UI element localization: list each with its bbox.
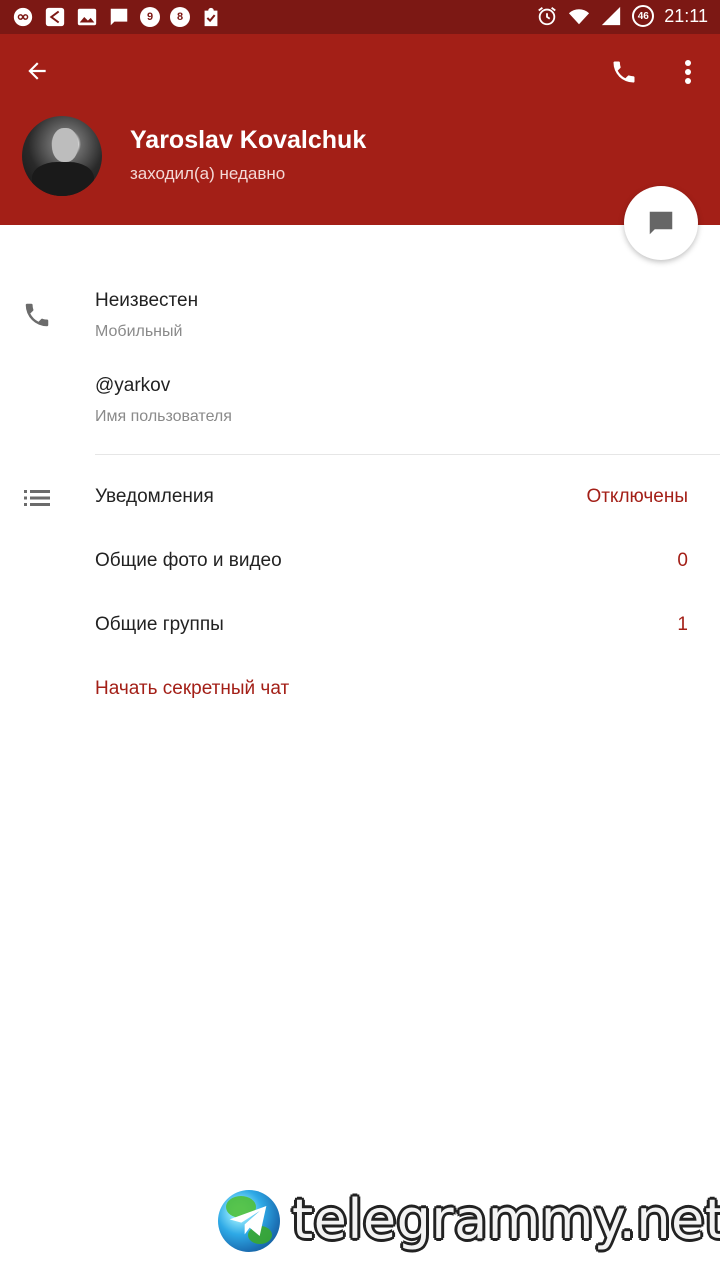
username-label: Имя пользователя bbox=[95, 408, 232, 425]
username[interactable]: @yarkov bbox=[95, 375, 170, 397]
paper-plane-icon bbox=[229, 1206, 267, 1236]
chat-icon bbox=[649, 211, 673, 235]
shared-media-label[interactable]: Общие фото и видео bbox=[95, 550, 282, 572]
start-secret-chat-button[interactable]: Начать секретный чат bbox=[95, 678, 289, 700]
shared-groups-count[interactable]: 1 bbox=[677, 614, 688, 636]
divider bbox=[95, 454, 720, 455]
back-button[interactable] bbox=[20, 54, 54, 88]
phone-icon bbox=[613, 61, 635, 83]
more-options-button[interactable] bbox=[674, 54, 702, 90]
badge-8: 8 bbox=[170, 7, 190, 27]
alarm-icon bbox=[538, 7, 557, 26]
notifications-value[interactable]: Отключены bbox=[586, 486, 688, 508]
shared-media-count[interactable]: 0 bbox=[677, 550, 688, 572]
phone-icon bbox=[22, 300, 52, 332]
status-bar: 9 8 46 21:11 bbox=[0, 0, 720, 34]
last-seen-status: заходил(а) недавно bbox=[130, 164, 286, 183]
send-message-button[interactable] bbox=[624, 186, 698, 260]
profile-header: Yaroslav Kovalchuk заходил(а) недавно bbox=[0, 34, 720, 225]
shared-groups-label[interactable]: Общие группы bbox=[95, 614, 224, 636]
avatar[interactable] bbox=[22, 116, 102, 196]
clipboard-check-icon bbox=[200, 6, 222, 28]
clock: 21:11 bbox=[664, 5, 708, 26]
share-icon bbox=[44, 6, 66, 28]
phone-number[interactable]: Неизвестен bbox=[95, 290, 198, 312]
phone-label: Мобильный bbox=[95, 323, 183, 340]
more-vert-icon bbox=[685, 60, 691, 84]
message-icon bbox=[108, 6, 130, 28]
battery-icon: 46 bbox=[632, 5, 655, 27]
badge-9: 9 bbox=[140, 7, 160, 27]
system-icons: 46 21:11 bbox=[536, 5, 708, 27]
globe-logo-icon bbox=[218, 1190, 280, 1252]
notifications-label[interactable]: Уведомления bbox=[95, 486, 214, 508]
call-button[interactable] bbox=[606, 54, 642, 90]
list-icon bbox=[24, 486, 52, 510]
arrow-left-icon bbox=[28, 62, 46, 80]
watermark: telegrammy.net bbox=[218, 1188, 720, 1252]
wifi-icon bbox=[569, 9, 590, 25]
contact-name: Yaroslav Kovalchuk bbox=[130, 126, 367, 154]
image-icon bbox=[76, 6, 98, 28]
notification-icons: 9 8 bbox=[12, 6, 222, 28]
infinity-icon bbox=[12, 6, 34, 28]
signal-icon bbox=[602, 6, 621, 26]
watermark-text: telegrammy.net bbox=[292, 1188, 720, 1251]
